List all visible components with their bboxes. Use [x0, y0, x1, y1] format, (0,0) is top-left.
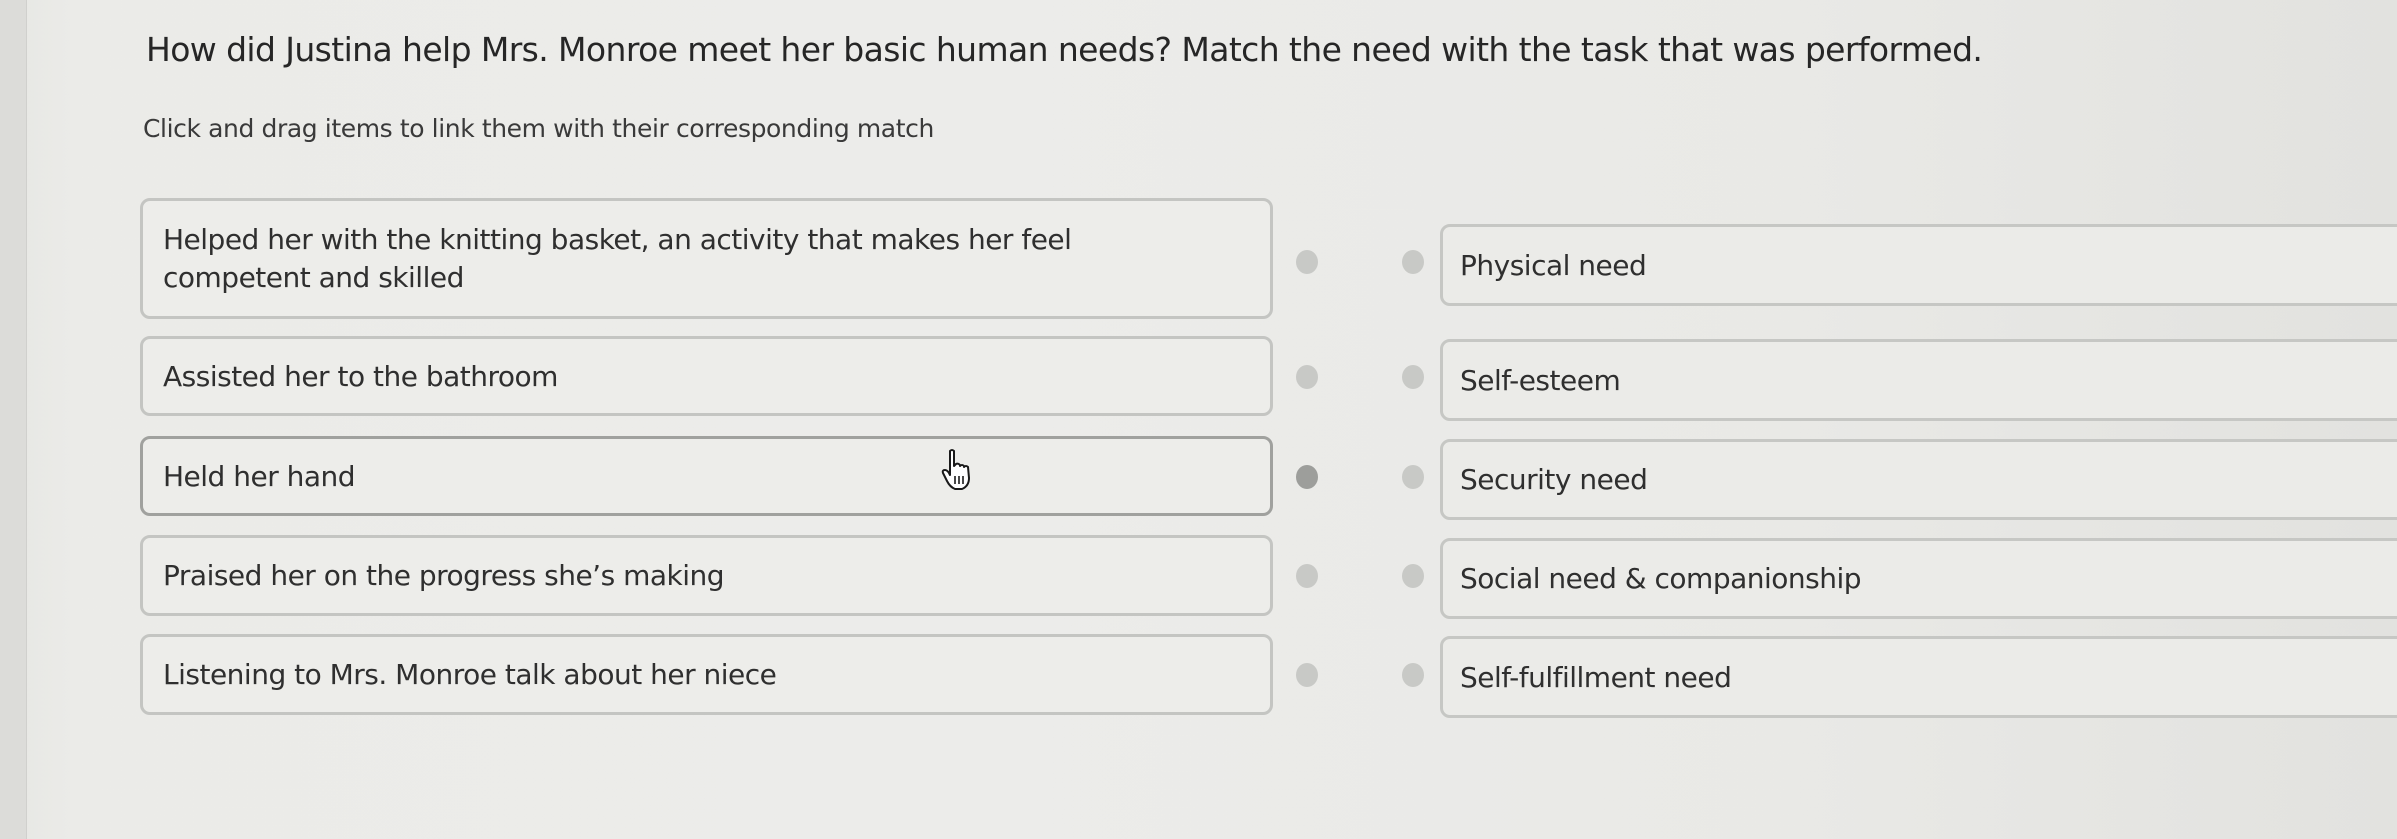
question-title: How did Justina help Mrs. Monroe meet he… — [146, 30, 1983, 69]
need-connector-dot[interactable] — [1402, 250, 1424, 274]
need-label: Social need & companionship — [1460, 562, 1862, 595]
need-item-security[interactable]: Security need — [1440, 439, 2397, 520]
need-label: Self-fulfillment need — [1460, 660, 1732, 694]
task-connector-dot[interactable] — [1296, 564, 1318, 588]
task-connector-dot[interactable] — [1296, 250, 1318, 274]
task-connector-dot[interactable] — [1296, 465, 1318, 489]
need-connector-dot[interactable] — [1402, 564, 1424, 588]
task-item-held-hand[interactable]: Held her hand — [140, 436, 1273, 516]
task-label: Held her hand — [163, 459, 356, 493]
page-left-edge — [0, 0, 27, 839]
need-connector-dot[interactable] — [1402, 465, 1424, 489]
task-connector-dot[interactable] — [1296, 365, 1318, 389]
task-item-bathroom[interactable]: Assisted her to the bathroom — [140, 336, 1273, 416]
task-item-knitting[interactable]: Helped her with the knitting basket, an … — [140, 198, 1273, 319]
task-label: Assisted her to the bathroom — [163, 359, 558, 393]
need-item-self-fulfillment[interactable]: Self-fulfillment need — [1440, 636, 2397, 718]
task-label: Praised her on the progress she’s making — [163, 559, 725, 592]
need-item-social[interactable]: Social need & companionship — [1440, 538, 2397, 619]
task-item-praised[interactable]: Praised her on the progress she’s making — [140, 535, 1273, 616]
hand-pointer-icon — [941, 449, 970, 490]
need-label: Security need — [1460, 463, 1648, 496]
need-label: Self-esteem — [1460, 363, 1621, 397]
need-item-physical[interactable]: Physical need — [1440, 224, 2397, 306]
task-item-listening[interactable]: Listening to Mrs. Monroe talk about her … — [140, 634, 1273, 715]
need-label: Physical need — [1460, 248, 1647, 282]
task-label: Listening to Mrs. Monroe talk about her … — [163, 658, 777, 691]
need-connector-dot[interactable] — [1402, 365, 1424, 389]
need-connector-dot[interactable] — [1402, 663, 1424, 687]
task-label: Helped her with the knitting basket, an … — [163, 222, 1072, 294]
need-item-self-esteem[interactable]: Self-esteem — [1440, 339, 2397, 421]
instructions-text: Click and drag items to link them with t… — [143, 114, 934, 143]
task-connector-dot[interactable] — [1296, 663, 1318, 687]
